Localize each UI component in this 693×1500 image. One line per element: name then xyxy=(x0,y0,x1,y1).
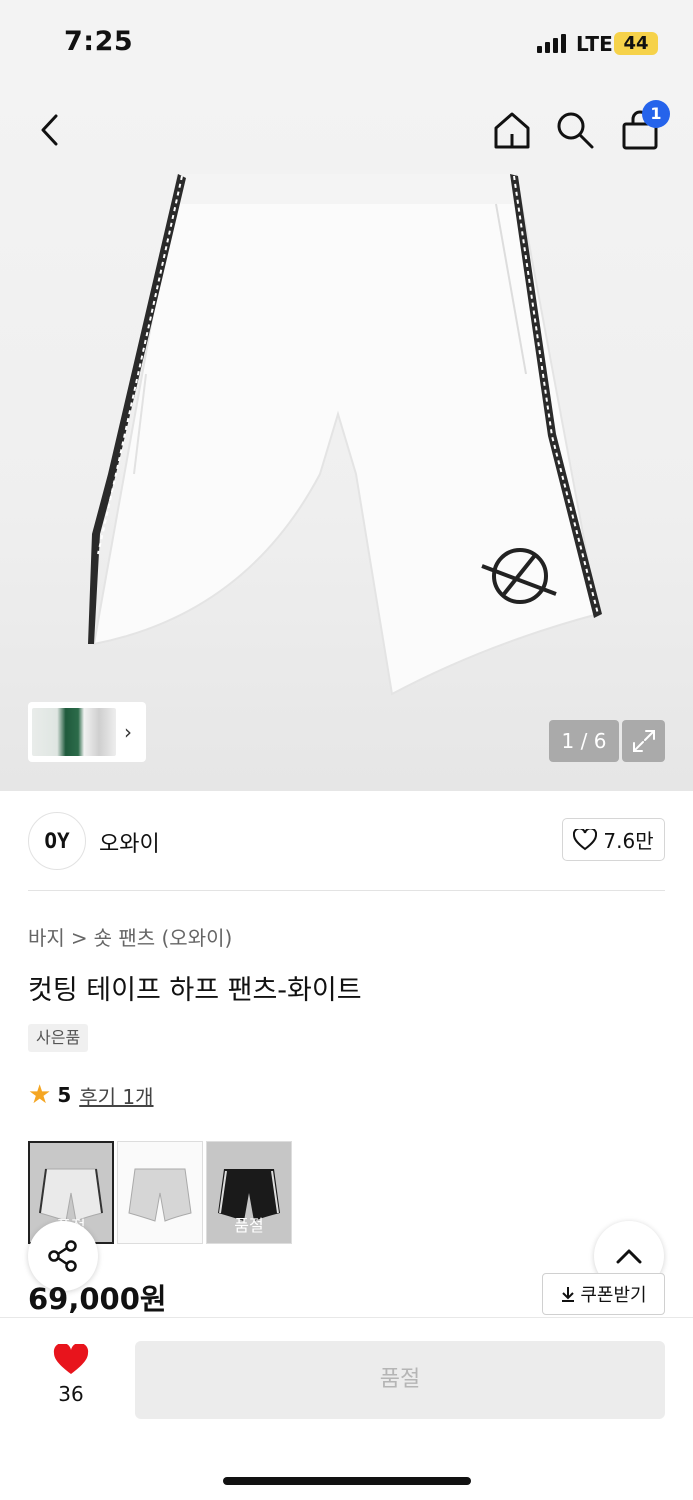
product-image xyxy=(88,174,602,696)
share-icon xyxy=(48,1240,77,1272)
color-option-2[interactable] xyxy=(117,1141,203,1244)
brand-row: OY 오와이 7.6만 xyxy=(28,812,665,870)
chevron-up-icon xyxy=(616,1249,642,1264)
coupon-button[interactable]: 쿠폰받기 xyxy=(542,1273,665,1315)
back-button[interactable] xyxy=(26,106,74,154)
search-button[interactable] xyxy=(551,106,599,154)
thumbnail-strip[interactable]: › xyxy=(28,702,146,762)
wishlist-count: 36 xyxy=(58,1382,84,1406)
color-option-3[interactable]: 품절 xyxy=(206,1141,292,1244)
thumbnail-image xyxy=(32,708,116,756)
home-icon xyxy=(494,112,530,149)
network-label: LTE xyxy=(576,32,613,56)
brand-name[interactable]: 오와이 xyxy=(99,826,160,858)
product-title: 컷팅 테이프 하프 팬츠-화이트 xyxy=(28,975,362,1006)
rating: ★ 5 후기 1개 xyxy=(28,1080,154,1110)
status-time: 7:25 xyxy=(64,26,134,57)
heart-filled-icon xyxy=(53,1342,89,1374)
home-indicator xyxy=(223,1477,471,1485)
download-icon xyxy=(562,1287,575,1302)
rating-score: 5 xyxy=(57,1083,72,1107)
brand-like-button[interactable]: 7.6만 xyxy=(562,818,665,861)
home-button[interactable] xyxy=(488,106,536,154)
breadcrumb-subcategory[interactable]: 숏 팬츠 (오와이) xyxy=(94,926,233,950)
image-counter: 1 / 6 xyxy=(549,720,619,762)
breadcrumb-separator: > xyxy=(70,926,88,950)
reviews-link[interactable]: 후기 1개 xyxy=(79,1081,153,1110)
battery-indicator: 44 xyxy=(614,32,658,55)
expand-icon xyxy=(632,730,655,752)
brand-like-count: 7.6만 xyxy=(603,829,654,853)
expand-button[interactable] xyxy=(622,720,665,762)
chevron-right-icon: › xyxy=(124,720,132,744)
back-icon xyxy=(41,114,58,146)
divider xyxy=(28,890,665,891)
breadcrumb: 바지 > 숏 팬츠 (오와이) xyxy=(28,922,232,951)
star-icon: ★ xyxy=(28,1080,52,1110)
heart-outline-icon xyxy=(573,828,598,850)
status-bar: 7:25 LTE 44 xyxy=(0,0,693,88)
product-gallery[interactable]: 1 › 1 / 6 xyxy=(0,88,693,791)
search-icon xyxy=(557,112,594,149)
bottom-action-bar: 36 품절 xyxy=(0,1317,693,1500)
price: 69,000원 xyxy=(28,1282,167,1316)
wishlist-button[interactable]: 36 xyxy=(40,1342,102,1414)
cart-button[interactable]: 1 xyxy=(616,100,670,154)
gift-tag: 사은품 xyxy=(28,1024,89,1052)
signal-icon xyxy=(537,33,569,53)
breadcrumb-category[interactable]: 바지 xyxy=(28,926,65,950)
brand-logo[interactable]: OY xyxy=(28,812,86,870)
soldout-buy-button[interactable]: 품절 xyxy=(135,1341,665,1419)
soldout-label: 품절 xyxy=(234,1216,264,1235)
coupon-label: 쿠폰받기 xyxy=(580,1285,647,1306)
option-image xyxy=(128,1168,192,1222)
cart-badge: 1 xyxy=(642,100,670,128)
